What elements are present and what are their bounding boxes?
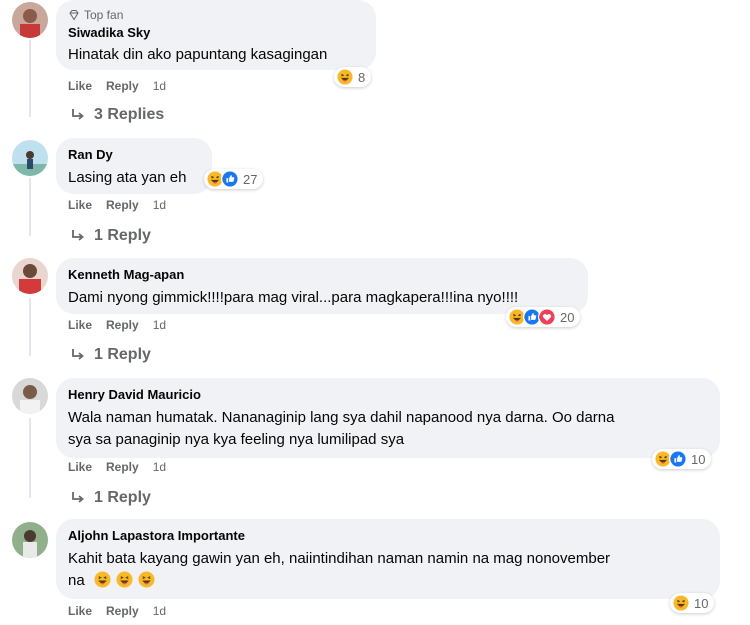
reply-arrow-icon xyxy=(70,107,86,123)
comment-text: Hinatak din ako papuntang kasagingan xyxy=(68,46,328,63)
commenter-name[interactable]: Kenneth Mag-apan xyxy=(68,266,576,283)
haha-reaction-icon xyxy=(672,594,690,612)
like-reaction-icon xyxy=(221,170,239,188)
comment-actions: Like Reply 1d xyxy=(68,79,166,93)
top-fan-badge: Top fan xyxy=(68,8,364,22)
reply-arrow-icon xyxy=(70,228,86,244)
thread-line xyxy=(29,418,31,498)
like-reaction-icon xyxy=(669,450,687,468)
timestamp[interactable]: 1d xyxy=(153,460,166,474)
reaction-summary[interactable]: 27 xyxy=(204,169,264,189)
commenter-name[interactable]: Ran Dy xyxy=(68,146,200,163)
replies-label: 1 Reply xyxy=(94,489,151,506)
thread-line xyxy=(29,298,31,356)
timestamp[interactable]: 1d xyxy=(153,318,166,332)
commenter-name[interactable]: Siwadika Sky xyxy=(68,24,364,41)
reaction-summary[interactable]: 10 xyxy=(670,593,715,613)
comment-bubble: Kenneth Mag-apan Dami nyong gimmick!!!!p… xyxy=(56,258,588,314)
avatar[interactable] xyxy=(12,258,48,294)
comment-bubble: Ran Dy Lasing ata yan eh xyxy=(56,138,212,194)
avatar-image xyxy=(12,2,48,38)
laughing-emoji-icon xyxy=(138,571,155,588)
reply-button[interactable]: Reply xyxy=(106,318,139,332)
reaction-summary[interactable]: 8 xyxy=(334,67,372,87)
view-replies-button[interactable]: 1 Reply xyxy=(70,489,151,507)
comment-text-line: Wala naman humatak. Nananaginip lang sya… xyxy=(68,409,615,426)
avatar-image xyxy=(12,522,48,558)
avatar[interactable] xyxy=(12,2,48,38)
reply-button[interactable]: Reply xyxy=(106,460,139,474)
top-fan-label: Top fan xyxy=(84,8,124,22)
replies-label: 1 Reply xyxy=(94,227,151,244)
avatar-image xyxy=(12,258,48,294)
like-button[interactable]: Like xyxy=(68,79,92,93)
reply-arrow-icon xyxy=(70,347,86,363)
timestamp[interactable]: 1d xyxy=(153,79,166,93)
laughing-emoji-icon xyxy=(116,571,133,588)
reaction-count: 8 xyxy=(358,69,366,85)
comment-text: Lasing ata yan eh xyxy=(68,169,187,186)
like-button[interactable]: Like xyxy=(68,604,92,618)
comment-text-line: Kahit bata kayang gawin yan eh, naiintin… xyxy=(68,550,611,567)
view-replies-button[interactable]: 1 Reply xyxy=(70,346,151,364)
comment-bubble: Top fan Siwadika Sky Hinatak din ako pap… xyxy=(56,0,376,70)
comment-bubble: Aljohn Lapastora Importante Kahit bata k… xyxy=(56,519,720,599)
reaction-summary[interactable]: 10 xyxy=(652,449,712,469)
thread-line xyxy=(29,40,31,117)
comment-bubble: Henry David Mauricio Wala naman humatak.… xyxy=(56,378,720,458)
like-button[interactable]: Like xyxy=(68,198,92,212)
avatar-image xyxy=(12,140,48,176)
commenter-name[interactable]: Aljohn Lapastora Importante xyxy=(68,527,708,544)
reply-button[interactable]: Reply xyxy=(106,198,139,212)
view-replies-button[interactable]: 3 Replies xyxy=(70,106,164,124)
like-button[interactable]: Like xyxy=(68,460,92,474)
reaction-count: 10 xyxy=(694,595,709,611)
replies-label: 3 Replies xyxy=(94,106,165,123)
timestamp[interactable]: 1d xyxy=(153,198,166,212)
comment-text-line: sya sa panaginip nya kya feeling nya lum… xyxy=(68,431,405,448)
commenter-name[interactable]: Henry David Mauricio xyxy=(68,386,708,403)
comment-text-line: na xyxy=(68,570,708,592)
like-button[interactable]: Like xyxy=(68,318,92,332)
view-replies-button[interactable]: 1 Reply xyxy=(70,227,151,245)
haha-reaction-icon xyxy=(336,68,354,86)
avatar[interactable] xyxy=(12,140,48,176)
avatar-image xyxy=(12,378,48,414)
reaction-summary[interactable]: 20 xyxy=(506,307,581,327)
reaction-count: 20 xyxy=(560,309,575,325)
replies-label: 1 Reply xyxy=(94,346,151,363)
thread-line xyxy=(29,178,31,236)
reaction-count: 10 xyxy=(691,451,706,467)
comment-actions: Like Reply 1d xyxy=(68,460,166,474)
comment-text-end: na xyxy=(68,572,85,589)
timestamp[interactable]: 1d xyxy=(153,604,166,618)
comment-actions: Like Reply 1d xyxy=(68,198,166,212)
laughing-emoji-icon xyxy=(94,571,111,588)
reply-button[interactable]: Reply xyxy=(106,604,139,618)
comment-actions: Like Reply 1d xyxy=(68,604,166,618)
comment-actions: Like Reply 1d xyxy=(68,318,166,332)
love-reaction-icon xyxy=(538,308,556,326)
reaction-count: 27 xyxy=(243,171,258,187)
diamond-icon xyxy=(69,10,79,21)
reply-button[interactable]: Reply xyxy=(106,79,139,93)
avatar[interactable] xyxy=(12,522,48,558)
reply-arrow-icon xyxy=(70,490,86,506)
avatar[interactable] xyxy=(12,378,48,414)
comment-text: Dami nyong gimmick!!!!para mag viral...p… xyxy=(68,289,519,306)
